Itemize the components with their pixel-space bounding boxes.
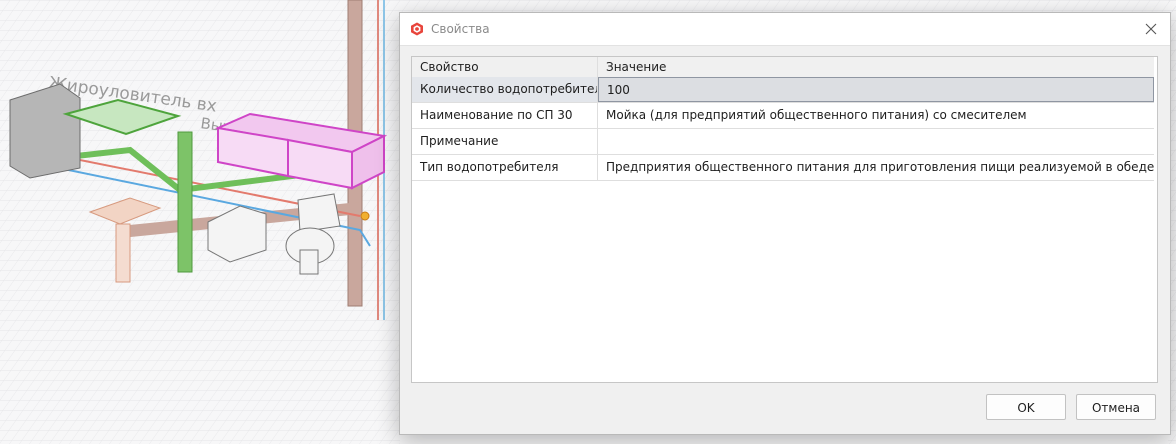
property-value-cell[interactable]: Предприятия общественного питания для пр… [598, 155, 1154, 180]
dialog-titlebar[interactable]: Свойства [400, 13, 1170, 46]
column-header-property[interactable]: Свойство [412, 57, 598, 77]
grid-row-sp30-name[interactable]: Наименование по СП 30 Мойка (для предпри… [412, 103, 1154, 129]
grid-row-consumers-count[interactable]: Количество водопотребителей 100 [412, 77, 1154, 103]
app-logo-icon [411, 22, 423, 36]
property-name-cell: Тип водопотребителя [412, 155, 598, 180]
properties-grid[interactable]: Свойство Значение Количество водопотреби… [411, 56, 1158, 383]
property-name-cell: Примечание [412, 129, 598, 154]
property-value-cell[interactable] [598, 129, 1154, 154]
property-value-cell[interactable]: 100 [598, 77, 1154, 102]
dialog-title: Свойства [431, 22, 490, 36]
column-header-value[interactable]: Значение [598, 57, 1154, 77]
close-icon [1145, 23, 1157, 35]
property-value-cell[interactable]: Мойка (для предприятий общественного пит… [598, 103, 1154, 128]
cancel-button[interactable]: Отмена [1076, 394, 1156, 420]
close-button[interactable] [1132, 13, 1170, 45]
properties-dialog: Свойства Свойство Значение Количество во… [399, 12, 1171, 435]
ok-button[interactable]: OK [986, 394, 1066, 420]
grid-row-note[interactable]: Примечание [412, 129, 1154, 155]
grid-header: Свойство Значение [412, 57, 1154, 78]
property-name-cell: Количество водопотребителей [412, 77, 598, 102]
grid-row-consumer-type[interactable]: Тип водопотребителя Предприятия обществе… [412, 155, 1154, 181]
property-name-cell: Наименование по СП 30 [412, 103, 598, 128]
